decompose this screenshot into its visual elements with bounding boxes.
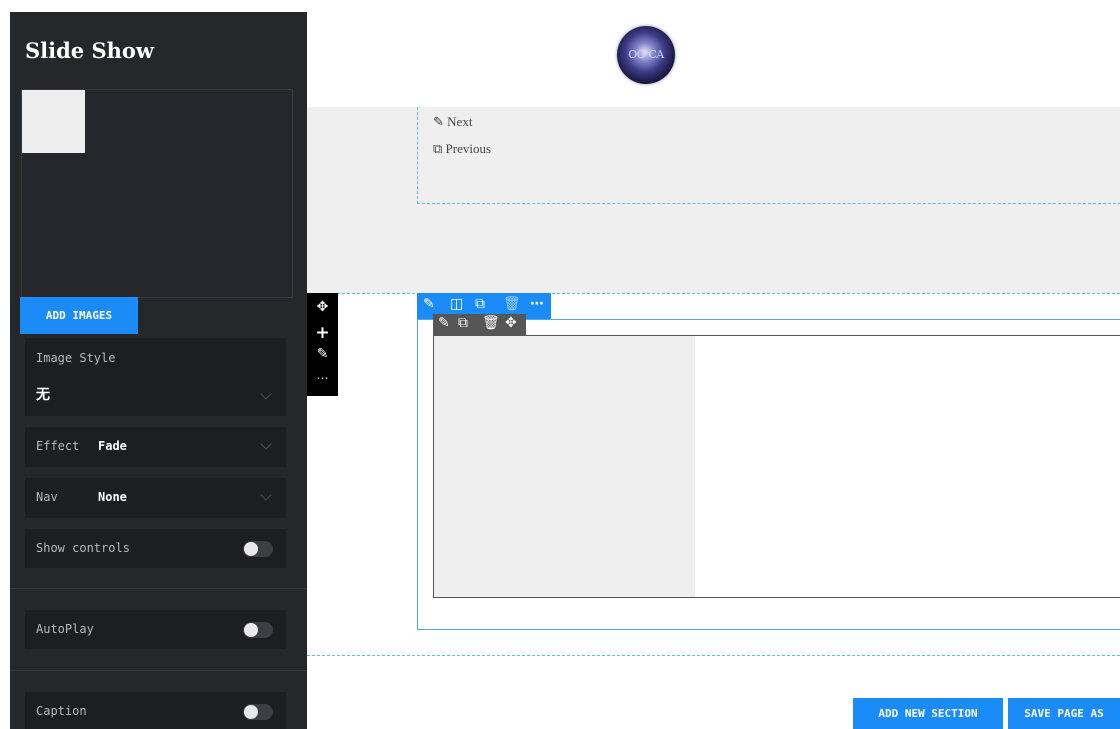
autoplay-label: AutoPlay (36, 622, 94, 636)
image-list-area[interactable] (21, 89, 293, 298)
slideshow-image-placeholder (434, 336, 695, 597)
pencil-icon[interactable]: ✎ (307, 346, 338, 362)
nav-value: None (98, 490, 127, 504)
menu-link-label: Next (447, 114, 473, 129)
menu-block-outline (417, 107, 1120, 204)
menu-link-next[interactable]: ✎ Next (433, 114, 472, 130)
logo-text: OO CA (628, 48, 664, 61)
caption-row: Caption (25, 692, 286, 729)
image-style-select[interactable]: Image Style 无 (25, 338, 286, 416)
section-toolbar: ✥ + ✎ ⋯ (307, 293, 338, 396)
caption-toggle[interactable] (243, 704, 273, 720)
add-images-button[interactable]: ADD IMAGES (20, 297, 138, 334)
chevron-down-icon (260, 489, 272, 501)
effect-label: Effect (36, 439, 80, 453)
more-icon[interactable]: ⋯ (530, 296, 544, 312)
divider (10, 670, 307, 671)
panel-title: Slide Show (25, 38, 154, 63)
autoplay-row: AutoPlay (25, 610, 286, 649)
nav-label: Nav (36, 490, 58, 504)
slideshow-block[interactable] (433, 335, 1120, 598)
section-guide-bottom (307, 655, 1120, 656)
show-controls-label: Show controls (36, 541, 130, 555)
columns-icon[interactable]: ◫ (450, 296, 463, 312)
add-new-section-button[interactable]: ADD NEW SECTION (853, 698, 1003, 729)
menu-link-previous[interactable]: ⧉ Previous (433, 141, 491, 157)
caption-label: Caption (36, 704, 87, 718)
more-icon[interactable]: ⋯ (307, 371, 338, 385)
copy-icon: ⧉ (433, 141, 443, 156)
image-style-label: Image Style (36, 351, 116, 365)
effect-value: Fade (98, 439, 127, 453)
show-controls-toggle[interactable] (243, 541, 273, 557)
block-toolbar: ✎ ⧉ 🗑 ✥ (433, 314, 526, 335)
menu-link-label: Previous (445, 141, 492, 156)
image-style-value: 无 (36, 387, 50, 403)
show-controls-row: Show controls (25, 529, 286, 568)
pencil-icon[interactable]: ✎ (423, 296, 435, 312)
trash-icon[interactable]: 🗑 (503, 296, 521, 312)
move-icon[interactable]: ✥ (505, 315, 517, 331)
chevron-down-icon (260, 388, 272, 400)
add-icon[interactable]: + (307, 323, 338, 343)
save-page-as-button[interactable]: SAVE PAGE AS (1008, 698, 1120, 729)
copy-icon[interactable]: ⧉ (458, 315, 468, 331)
pencil-icon[interactable]: ✎ (438, 315, 450, 331)
effect-select[interactable]: Effect Fade (25, 427, 286, 467)
copy-icon[interactable]: ⧉ (475, 296, 485, 312)
image-thumbnail[interactable] (22, 90, 85, 153)
autoplay-toggle[interactable] (243, 622, 273, 638)
chevron-down-icon (260, 438, 272, 450)
nav-select[interactable]: Nav None (25, 478, 286, 518)
site-logo[interactable]: OO CA (617, 26, 675, 84)
trash-icon[interactable]: 🗑 (482, 315, 500, 331)
divider (10, 588, 307, 589)
pencil-icon: ✎ (433, 114, 444, 129)
move-icon[interactable]: ✥ (307, 299, 338, 315)
slideshow-settings-panel: Slide Show ADD IMAGES Image Style 无 Effe… (10, 12, 307, 729)
